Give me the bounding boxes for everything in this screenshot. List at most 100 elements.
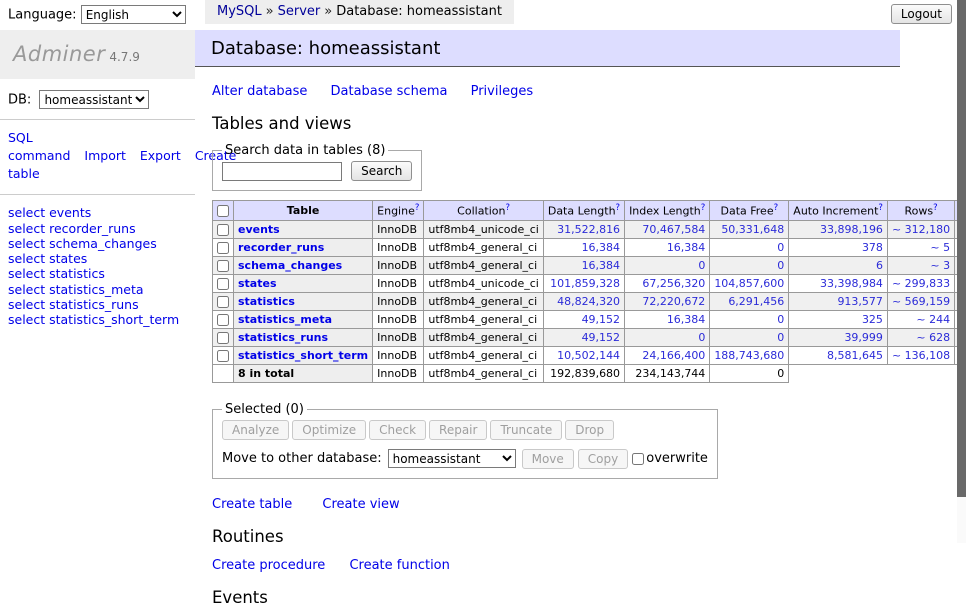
- data-free-link[interactable]: 0: [710, 238, 789, 256]
- row-checkbox[interactable]: [217, 314, 229, 326]
- table-name-link[interactable]: states: [238, 277, 277, 290]
- table-name-link[interactable]: statistics_runs: [238, 331, 328, 344]
- language-select[interactable]: English: [81, 5, 186, 24]
- index-length-link[interactable]: 0: [625, 328, 710, 346]
- data-free-link[interactable]: 188,743,680: [710, 346, 789, 364]
- data-free-link[interactable]: 0: [710, 310, 789, 328]
- help-icon[interactable]: ?: [506, 203, 511, 213]
- move-database-select[interactable]: homeassistant: [388, 449, 516, 468]
- data-length-link[interactable]: 16,384: [543, 238, 624, 256]
- row-checkbox[interactable]: [217, 242, 229, 254]
- help-icon[interactable]: ?: [701, 203, 706, 213]
- data-length-link[interactable]: 49,152: [543, 310, 624, 328]
- sidebar-table-link[interactable]: select statistics_short_term: [8, 312, 187, 327]
- help-icon[interactable]: ?: [933, 203, 938, 213]
- data-length-link[interactable]: 49,152: [543, 328, 624, 346]
- index-length-link[interactable]: 0: [625, 256, 710, 274]
- auto-increment-link[interactable]: 33,398,984: [789, 274, 888, 292]
- data-length-link[interactable]: 101,859,328: [543, 274, 624, 292]
- sidebar-table-link[interactable]: select states: [8, 251, 187, 266]
- app-logo[interactable]: Adminer: [13, 42, 105, 66]
- select-all-checkbox[interactable]: [217, 205, 229, 217]
- data-free-link[interactable]: 104,857,600: [710, 274, 789, 292]
- row-checkbox[interactable]: [217, 224, 229, 236]
- auto-increment-link[interactable]: 8,581,645: [789, 346, 888, 364]
- data-free-link[interactable]: 0: [710, 256, 789, 274]
- rows-count-link[interactable]: ~ 299,833: [887, 274, 954, 292]
- rows-count-link[interactable]: ~ 244: [887, 310, 954, 328]
- data-length-link[interactable]: 10,502,144: [543, 346, 624, 364]
- sidebar-action-link[interactable]: Import: [84, 148, 126, 163]
- rows-count-link[interactable]: ~ 312,180: [887, 220, 954, 238]
- selected-action-button[interactable]: Check: [369, 420, 426, 440]
- scrollbar-thumb[interactable]: [957, 0, 966, 497]
- help-icon[interactable]: ?: [415, 203, 420, 213]
- help-icon[interactable]: ?: [774, 203, 779, 213]
- index-length-link[interactable]: 24,166,400: [625, 346, 710, 364]
- rows-count-link[interactable]: ~ 136,108: [887, 346, 954, 364]
- sidebar-table-link[interactable]: select statistics: [8, 266, 187, 281]
- row-checkbox[interactable]: [217, 350, 229, 362]
- index-length-link[interactable]: 67,256,320: [625, 274, 710, 292]
- copy-button[interactable]: Copy: [578, 449, 628, 469]
- search-input[interactable]: [222, 162, 342, 181]
- auto-increment-link[interactable]: 378: [789, 238, 888, 256]
- rows-count-link[interactable]: ~ 628: [887, 328, 954, 346]
- data-length-link[interactable]: 31,522,816: [543, 220, 624, 238]
- sidebar-table-link[interactable]: select recorder_runs: [8, 221, 187, 236]
- create-view-link[interactable]: Create view: [322, 497, 399, 512]
- row-checkbox[interactable]: [217, 332, 229, 344]
- create-function-link[interactable]: Create function: [349, 558, 449, 573]
- database-schema-link[interactable]: Database schema: [331, 84, 448, 99]
- help-icon[interactable]: ?: [878, 203, 883, 213]
- table-name-link[interactable]: statistics_meta: [238, 313, 332, 326]
- sidebar-table-link[interactable]: select statistics_meta: [8, 282, 187, 297]
- breadcrumb-link-server[interactable]: Server: [278, 4, 321, 19]
- auto-increment-link[interactable]: 913,577: [789, 292, 888, 310]
- index-length-link[interactable]: 70,467,584: [625, 220, 710, 238]
- selected-action-button[interactable]: Analyze: [222, 420, 289, 440]
- sidebar-table-link[interactable]: select events: [8, 205, 187, 220]
- data-free-link[interactable]: 6,291,456: [710, 292, 789, 310]
- logout-button[interactable]: Logout: [891, 4, 952, 24]
- db-select[interactable]: homeassistant: [39, 90, 149, 109]
- rows-count-link[interactable]: ~ 569,159: [887, 292, 954, 310]
- selected-action-button[interactable]: Optimize: [292, 420, 366, 440]
- data-free-link[interactable]: 0: [710, 328, 789, 346]
- rows-count-link[interactable]: ~ 5: [887, 238, 954, 256]
- selected-action-button[interactable]: Repair: [429, 420, 487, 440]
- row-checkbox[interactable]: [217, 296, 229, 308]
- sidebar-action-link[interactable]: Export: [140, 148, 181, 163]
- table-name-link[interactable]: schema_changes: [238, 259, 342, 272]
- table-name-link[interactable]: statistics_short_term: [238, 349, 368, 362]
- index-length-link[interactable]: 16,384: [625, 310, 710, 328]
- selected-action-button[interactable]: Truncate: [490, 420, 562, 440]
- sidebar-table-link[interactable]: select schema_changes: [8, 236, 187, 251]
- table-name-link[interactable]: recorder_runs: [238, 241, 324, 254]
- row-checkbox[interactable]: [217, 260, 229, 272]
- data-free-link[interactable]: 50,331,648: [710, 220, 789, 238]
- breadcrumb-link-mysql[interactable]: MySQL: [217, 4, 262, 19]
- rows-count-link[interactable]: ~ 3: [887, 256, 954, 274]
- move-button[interactable]: Move: [522, 449, 574, 469]
- selected-action-button[interactable]: Drop: [565, 420, 614, 440]
- row-checkbox[interactable]: [217, 278, 229, 290]
- auto-increment-link[interactable]: 33,898,196: [789, 220, 888, 238]
- index-length-link[interactable]: 16,384: [625, 238, 710, 256]
- alter-database-link[interactable]: Alter database: [212, 84, 307, 99]
- sidebar-action-link[interactable]: SQL command: [8, 130, 70, 163]
- search-button[interactable]: Search: [351, 161, 412, 181]
- page-scrollbar[interactable]: [957, 0, 966, 543]
- data-length-link[interactable]: 16,384: [543, 256, 624, 274]
- table-name-link[interactable]: statistics: [238, 295, 295, 308]
- auto-increment-link[interactable]: 325: [789, 310, 888, 328]
- sidebar-table-link[interactable]: select statistics_runs: [8, 297, 187, 312]
- create-table-link[interactable]: Create table: [212, 497, 292, 512]
- create-procedure-link[interactable]: Create procedure: [212, 558, 325, 573]
- overwrite-checkbox[interactable]: [632, 453, 644, 465]
- privileges-link[interactable]: Privileges: [471, 84, 534, 99]
- table-name-link[interactable]: events: [238, 223, 280, 236]
- auto-increment-link[interactable]: 6: [789, 256, 888, 274]
- index-length-link[interactable]: 72,220,672: [625, 292, 710, 310]
- data-length-link[interactable]: 48,824,320: [543, 292, 624, 310]
